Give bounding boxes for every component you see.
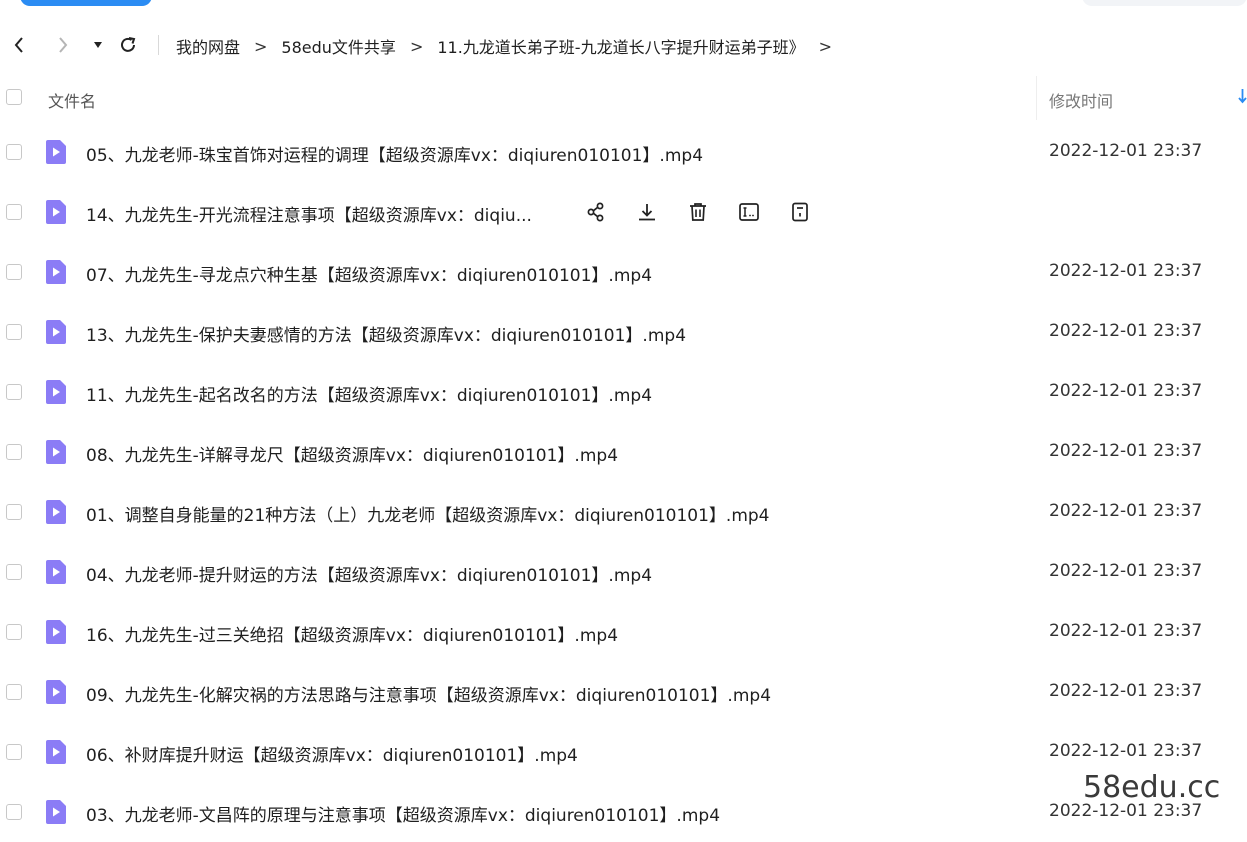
video-file-icon	[44, 439, 68, 465]
search-box[interactable]	[1082, 0, 1247, 6]
breadcrumb-separator: >	[409, 36, 424, 56]
dropdown-icon[interactable]	[87, 34, 109, 56]
file-name[interactable]: 13、九龙先生-保护夫妻感情的方法【超级资源库vx：diqiuren010101…	[86, 321, 686, 346]
file-row[interactable]: 05、九龙老师-珠宝首饰对运程的调理【超级资源库vx：diqiuren01010…	[0, 122, 1247, 182]
breadcrumb-item[interactable]: 11.九龙道长弟子班-九龙道长八字提升财运弟子班》	[437, 34, 804, 58]
file-name[interactable]: 14、九龙先生-开光流程注意事项【超级资源库vx：diqiu...	[86, 201, 532, 226]
file-name[interactable]: 11、九龙先生-起名改名的方法【超级资源库vx：diqiuren010101】.…	[86, 381, 652, 406]
refresh-icon[interactable]	[117, 34, 139, 56]
file-row[interactable]: 01、调整自身能量的21种方法（上）九龙老师【超级资源库vx：diqiuren0…	[0, 482, 1247, 542]
file-name[interactable]: 06、补财库提升财运【超级资源库vx：diqiuren010101】.mp4	[86, 741, 578, 766]
video-file-icon	[44, 319, 68, 345]
delete-icon[interactable]	[685, 199, 711, 225]
top-bar	[0, 0, 1247, 12]
row-checkbox[interactable]	[6, 444, 22, 460]
back-icon[interactable]	[8, 34, 30, 56]
file-name[interactable]: 04、九龙老师-提升财运的方法【超级资源库vx：diqiuren010101】.…	[86, 561, 652, 586]
file-row[interactable]: 03、九龙老师-文昌阵的原理与注意事项【超级资源库vx：diqiuren0101…	[0, 782, 1247, 842]
column-header-modified-time[interactable]: 修改时间	[1049, 88, 1113, 112]
video-file-icon	[44, 259, 68, 285]
row-checkbox[interactable]	[6, 564, 22, 580]
more-icon[interactable]	[787, 199, 813, 225]
breadcrumb-item[interactable]: 我的网盘	[176, 34, 240, 58]
video-file-icon	[44, 499, 68, 525]
video-file-icon	[44, 199, 68, 225]
modified-time: 2022-12-01 23:37	[1049, 621, 1203, 641]
modified-time: 2022-12-01 23:37	[1049, 381, 1203, 401]
sort-arrow-icon[interactable]	[1238, 88, 1247, 108]
file-row[interactable]: 16、九龙先生-过三关绝招【超级资源库vx：diqiuren010101】.mp…	[0, 602, 1247, 662]
breadcrumb: 我的网盘 > 58edu文件共享 > 11.九龙道长弟子班-九龙道长八字提升财运…	[176, 34, 846, 58]
file-row[interactable]: 13、九龙先生-保护夫妻感情的方法【超级资源库vx：diqiuren010101…	[0, 302, 1247, 362]
file-row[interactable]: 11、九龙先生-起名改名的方法【超级资源库vx：diqiuren010101】.…	[0, 362, 1247, 422]
file-name[interactable]: 07、九龙先生-寻龙点穴种生基【超级资源库vx：diqiuren010101】.…	[86, 261, 652, 286]
modified-time: 2022-12-01 23:37	[1049, 441, 1203, 461]
breadcrumb-separator: >	[254, 36, 268, 56]
video-file-icon	[44, 799, 68, 825]
file-row[interactable]: 04、九龙老师-提升财运的方法【超级资源库vx：diqiuren010101】.…	[0, 542, 1247, 602]
file-name[interactable]: 03、九龙老师-文昌阵的原理与注意事项【超级资源库vx：diqiuren0101…	[86, 801, 720, 826]
select-all-checkbox[interactable]	[6, 89, 22, 105]
video-file-icon	[44, 739, 68, 765]
file-row[interactable]: 14、九龙先生-开光流程注意事项【超级资源库vx：diqiu...	[0, 182, 1247, 242]
row-checkbox[interactable]	[6, 624, 22, 640]
file-list-header: 文件名 修改时间	[0, 72, 1247, 124]
share-icon[interactable]	[583, 199, 609, 225]
file-row[interactable]: 09、九龙先生-化解灾祸的方法思路与注意事项【超级资源库vx：diqiuren0…	[0, 662, 1247, 722]
file-name[interactable]: 16、九龙先生-过三关绝招【超级资源库vx：diqiuren010101】.mp…	[86, 621, 618, 646]
video-file-icon	[44, 619, 68, 645]
modified-time: 2022-12-01 23:37	[1049, 141, 1203, 161]
file-row[interactable]: 07、九龙先生-寻龙点穴种生基【超级资源库vx：diqiuren010101】.…	[0, 242, 1247, 302]
modified-time: 2022-12-01 23:37	[1049, 261, 1203, 281]
row-checkbox[interactable]	[6, 384, 22, 400]
modified-time: 2022-12-01 23:37	[1049, 561, 1203, 581]
forward-icon[interactable]	[52, 34, 74, 56]
modified-time: 2022-12-01 23:37	[1049, 681, 1203, 701]
file-row[interactable]: 08、九龙先生-详解寻龙尺【超级资源库vx：diqiuren010101】.mp…	[0, 422, 1247, 482]
row-checkbox[interactable]	[6, 204, 22, 220]
watermark: 58edu.cc	[1083, 770, 1221, 805]
video-file-icon	[44, 559, 68, 585]
breadcrumb-item[interactable]: 58edu文件共享	[281, 34, 396, 58]
row-checkbox[interactable]	[6, 264, 22, 280]
row-checkbox[interactable]	[6, 744, 22, 760]
download-icon[interactable]	[634, 199, 660, 225]
column-header-name[interactable]: 文件名	[48, 88, 96, 112]
file-row[interactable]: 06、补财库提升财运【超级资源库vx：diqiuren010101】.mp4 20…	[0, 722, 1247, 782]
modified-time: 2022-12-01 23:37	[1049, 501, 1203, 521]
row-checkbox[interactable]	[6, 684, 22, 700]
navigation-bar: 我的网盘 > 58edu文件共享 > 11.九龙道长弟子班-九龙道长八字提升财运…	[0, 26, 1247, 66]
row-checkbox[interactable]	[6, 324, 22, 340]
video-file-icon	[44, 679, 68, 705]
rename-icon[interactable]	[736, 199, 762, 225]
file-name[interactable]: 09、九龙先生-化解灾祸的方法思路与注意事项【超级资源库vx：diqiuren0…	[86, 681, 771, 706]
nav-separator	[158, 35, 159, 55]
upload-button[interactable]	[20, 0, 152, 6]
file-name[interactable]: 05、九龙老师-珠宝首饰对运程的调理【超级资源库vx：diqiuren01010…	[86, 141, 703, 166]
file-name[interactable]: 01、调整自身能量的21种方法（上）九龙老师【超级资源库vx：diqiuren0…	[86, 501, 770, 526]
row-checkbox[interactable]	[6, 804, 22, 820]
video-file-icon	[44, 379, 68, 405]
breadcrumb-separator: >	[818, 36, 832, 56]
modified-time: 2022-12-01 23:37	[1049, 321, 1203, 341]
column-divider[interactable]	[1036, 76, 1037, 120]
file-name[interactable]: 08、九龙先生-详解寻龙尺【超级资源库vx：diqiuren010101】.mp…	[86, 441, 618, 466]
row-checkbox[interactable]	[6, 144, 22, 160]
modified-time: 2022-12-01 23:37	[1049, 741, 1203, 761]
video-file-icon	[44, 139, 68, 165]
row-checkbox[interactable]	[6, 504, 22, 520]
